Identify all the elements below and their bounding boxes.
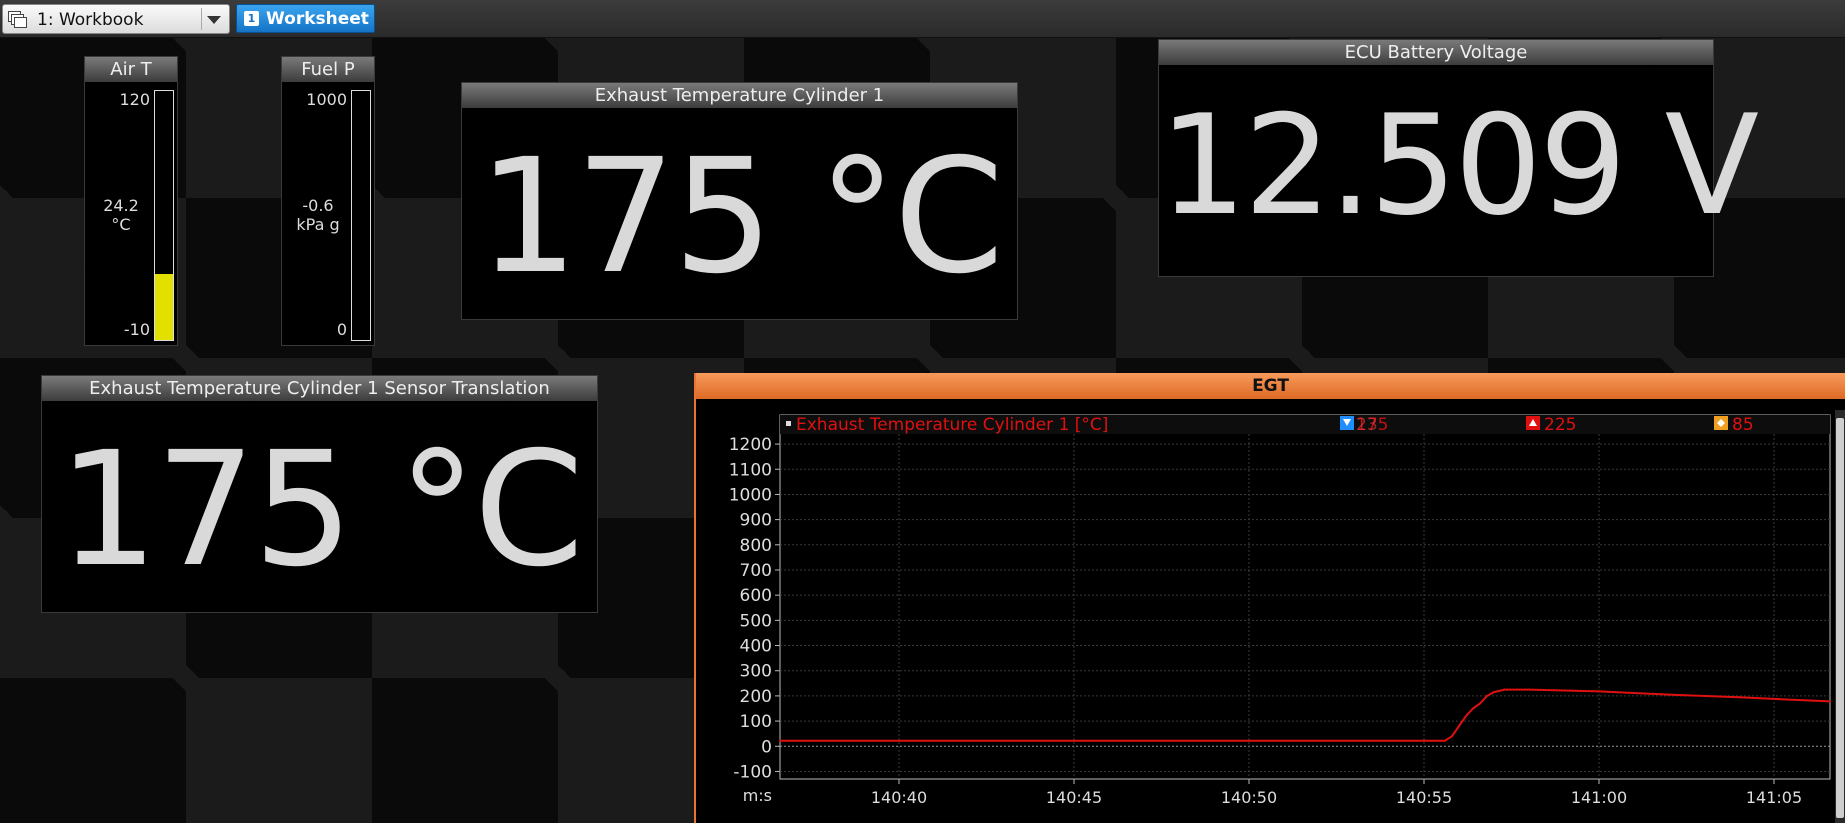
chart-title: EGT bbox=[696, 373, 1845, 399]
legend-min-value: 23 bbox=[1356, 415, 1378, 435]
gauge-value: -0.6 kPa g bbox=[282, 196, 354, 234]
workbook-label: 1: Workbook bbox=[37, 10, 144, 30]
x-axis-label: m:s bbox=[743, 786, 772, 805]
gauge-value-number: 24.2 bbox=[103, 196, 139, 215]
data-point bbox=[1486, 694, 1488, 697]
egt-chart-panel[interactable]: EGT 1200 1100 1000 900 800 700 600 500 400 300 200… bbox=[694, 373, 1845, 823]
x-tick-label: 140:55 bbox=[1396, 788, 1452, 807]
y-tick-label: 300 bbox=[740, 662, 772, 682]
data-point bbox=[1472, 707, 1474, 710]
panel-title: Exhaust Temperature Cylinder 1 Sensor Tr… bbox=[42, 376, 597, 401]
legend-series-name: Exhaust Temperature Cylinder 1 [°C] bbox=[796, 415, 1108, 435]
battery-voltage-display[interactable]: ECU Battery Voltage 12.509 V bbox=[1158, 39, 1759, 277]
data-point bbox=[1423, 739, 1425, 742]
workbook-select[interactable]: 1: Workbook bbox=[2, 4, 230, 34]
data-point bbox=[1598, 690, 1600, 693]
panel-title: ECU Battery Voltage bbox=[1159, 40, 1713, 65]
data-point bbox=[1773, 697, 1775, 700]
data-point bbox=[1528, 688, 1530, 691]
legend-max-value: 225 bbox=[1544, 415, 1576, 435]
panel-title: Exhaust Temperature Cylinder 1 bbox=[462, 83, 1017, 108]
gauge-bar-fill bbox=[155, 274, 173, 340]
chart-scrollbar[interactable] bbox=[1835, 410, 1845, 823]
data-point bbox=[1451, 735, 1453, 738]
y-tick-label: 1200 bbox=[729, 435, 772, 455]
y-tick-label: 1000 bbox=[729, 485, 772, 505]
x-tick-label: 140:45 bbox=[1046, 788, 1102, 807]
chevron-down-icon[interactable] bbox=[201, 8, 226, 30]
data-point bbox=[1738, 696, 1740, 699]
x-tick-label: 141:00 bbox=[1571, 788, 1627, 807]
y-tick-label: 0 bbox=[761, 737, 772, 757]
data-point bbox=[1465, 715, 1467, 718]
y-tick-label: 100 bbox=[740, 712, 772, 732]
chart-scrollbar-thumb[interactable] bbox=[1836, 418, 1844, 818]
gauge-value-unit: kPa g bbox=[296, 215, 340, 234]
battery-voltage-value: 12.509 V bbox=[1159, 85, 1759, 246]
data-point bbox=[1493, 691, 1495, 694]
x-tick-label: 140:40 bbox=[871, 788, 927, 807]
egt-chart[interactable]: 1200110010009008007006005004003002001000… bbox=[696, 399, 1835, 823]
y-tick-label: 700 bbox=[740, 561, 772, 581]
data-point bbox=[1444, 739, 1446, 742]
gauge-max-label: 1000 bbox=[306, 90, 347, 109]
data-point bbox=[1668, 693, 1670, 696]
fuel-pressure-gauge[interactable]: Fuel P 1000 -0.6 kPa g 0 bbox=[281, 56, 375, 346]
y-tick-label: -100 bbox=[733, 762, 772, 782]
data-point bbox=[779, 739, 781, 742]
gauge-bar bbox=[154, 90, 174, 341]
air-temp-gauge[interactable]: Air T 120 24.2 °C -10 bbox=[84, 56, 178, 346]
y-tick-label: 1100 bbox=[729, 460, 772, 480]
gauge-min-label: -10 bbox=[123, 320, 150, 339]
gauge-min-label: 0 bbox=[336, 320, 347, 339]
egt-cylinder1-display[interactable]: Exhaust Temperature Cylinder 1 175 °C bbox=[461, 82, 1018, 320]
egt-sensor-translation-value: 175 °C bbox=[57, 418, 584, 602]
data-point bbox=[1503, 688, 1506, 691]
data-point bbox=[1073, 739, 1075, 742]
y-tick-label: 400 bbox=[740, 637, 772, 657]
data-point bbox=[1479, 702, 1481, 705]
y-tick-label: 600 bbox=[740, 586, 772, 606]
data-point bbox=[1829, 700, 1831, 703]
x-tick-label: 140:50 bbox=[1221, 788, 1277, 807]
egt-cylinder1-value: 175 °C bbox=[477, 125, 1004, 309]
gauge-bar bbox=[351, 90, 371, 341]
y-tick-label: 500 bbox=[740, 611, 772, 631]
tab-worksheet[interactable]: 1 Worksheet bbox=[236, 4, 375, 33]
legend-average-value: 85 bbox=[1732, 415, 1754, 435]
y-tick-label: 200 bbox=[740, 687, 772, 707]
data-point bbox=[1248, 739, 1250, 742]
gauge-value-unit: °C bbox=[111, 215, 131, 234]
toolbar: 1: Workbook 1 Worksheet bbox=[0, 0, 1845, 38]
worksheet-label: Worksheet bbox=[266, 9, 369, 29]
y-tick-label: 900 bbox=[740, 511, 772, 531]
y-tick-label: 800 bbox=[740, 536, 772, 556]
workbook-icon bbox=[8, 11, 27, 28]
gauge-value: 24.2 °C bbox=[85, 196, 157, 234]
legend-swatch bbox=[786, 421, 791, 426]
gauge-title: Air T bbox=[85, 57, 177, 82]
x-tick-label: 141:05 bbox=[1746, 788, 1802, 807]
data-point bbox=[898, 739, 900, 742]
gauge-title: Fuel P bbox=[282, 57, 374, 82]
gauge-value-number: -0.6 bbox=[302, 196, 334, 215]
egt-sensor-translation-display[interactable]: Exhaust Temperature Cylinder 1 Sensor Tr… bbox=[41, 375, 598, 613]
data-point bbox=[1458, 725, 1460, 728]
gauge-max-label: 120 bbox=[119, 90, 150, 109]
worksheet-number-badge: 1 bbox=[244, 11, 259, 26]
